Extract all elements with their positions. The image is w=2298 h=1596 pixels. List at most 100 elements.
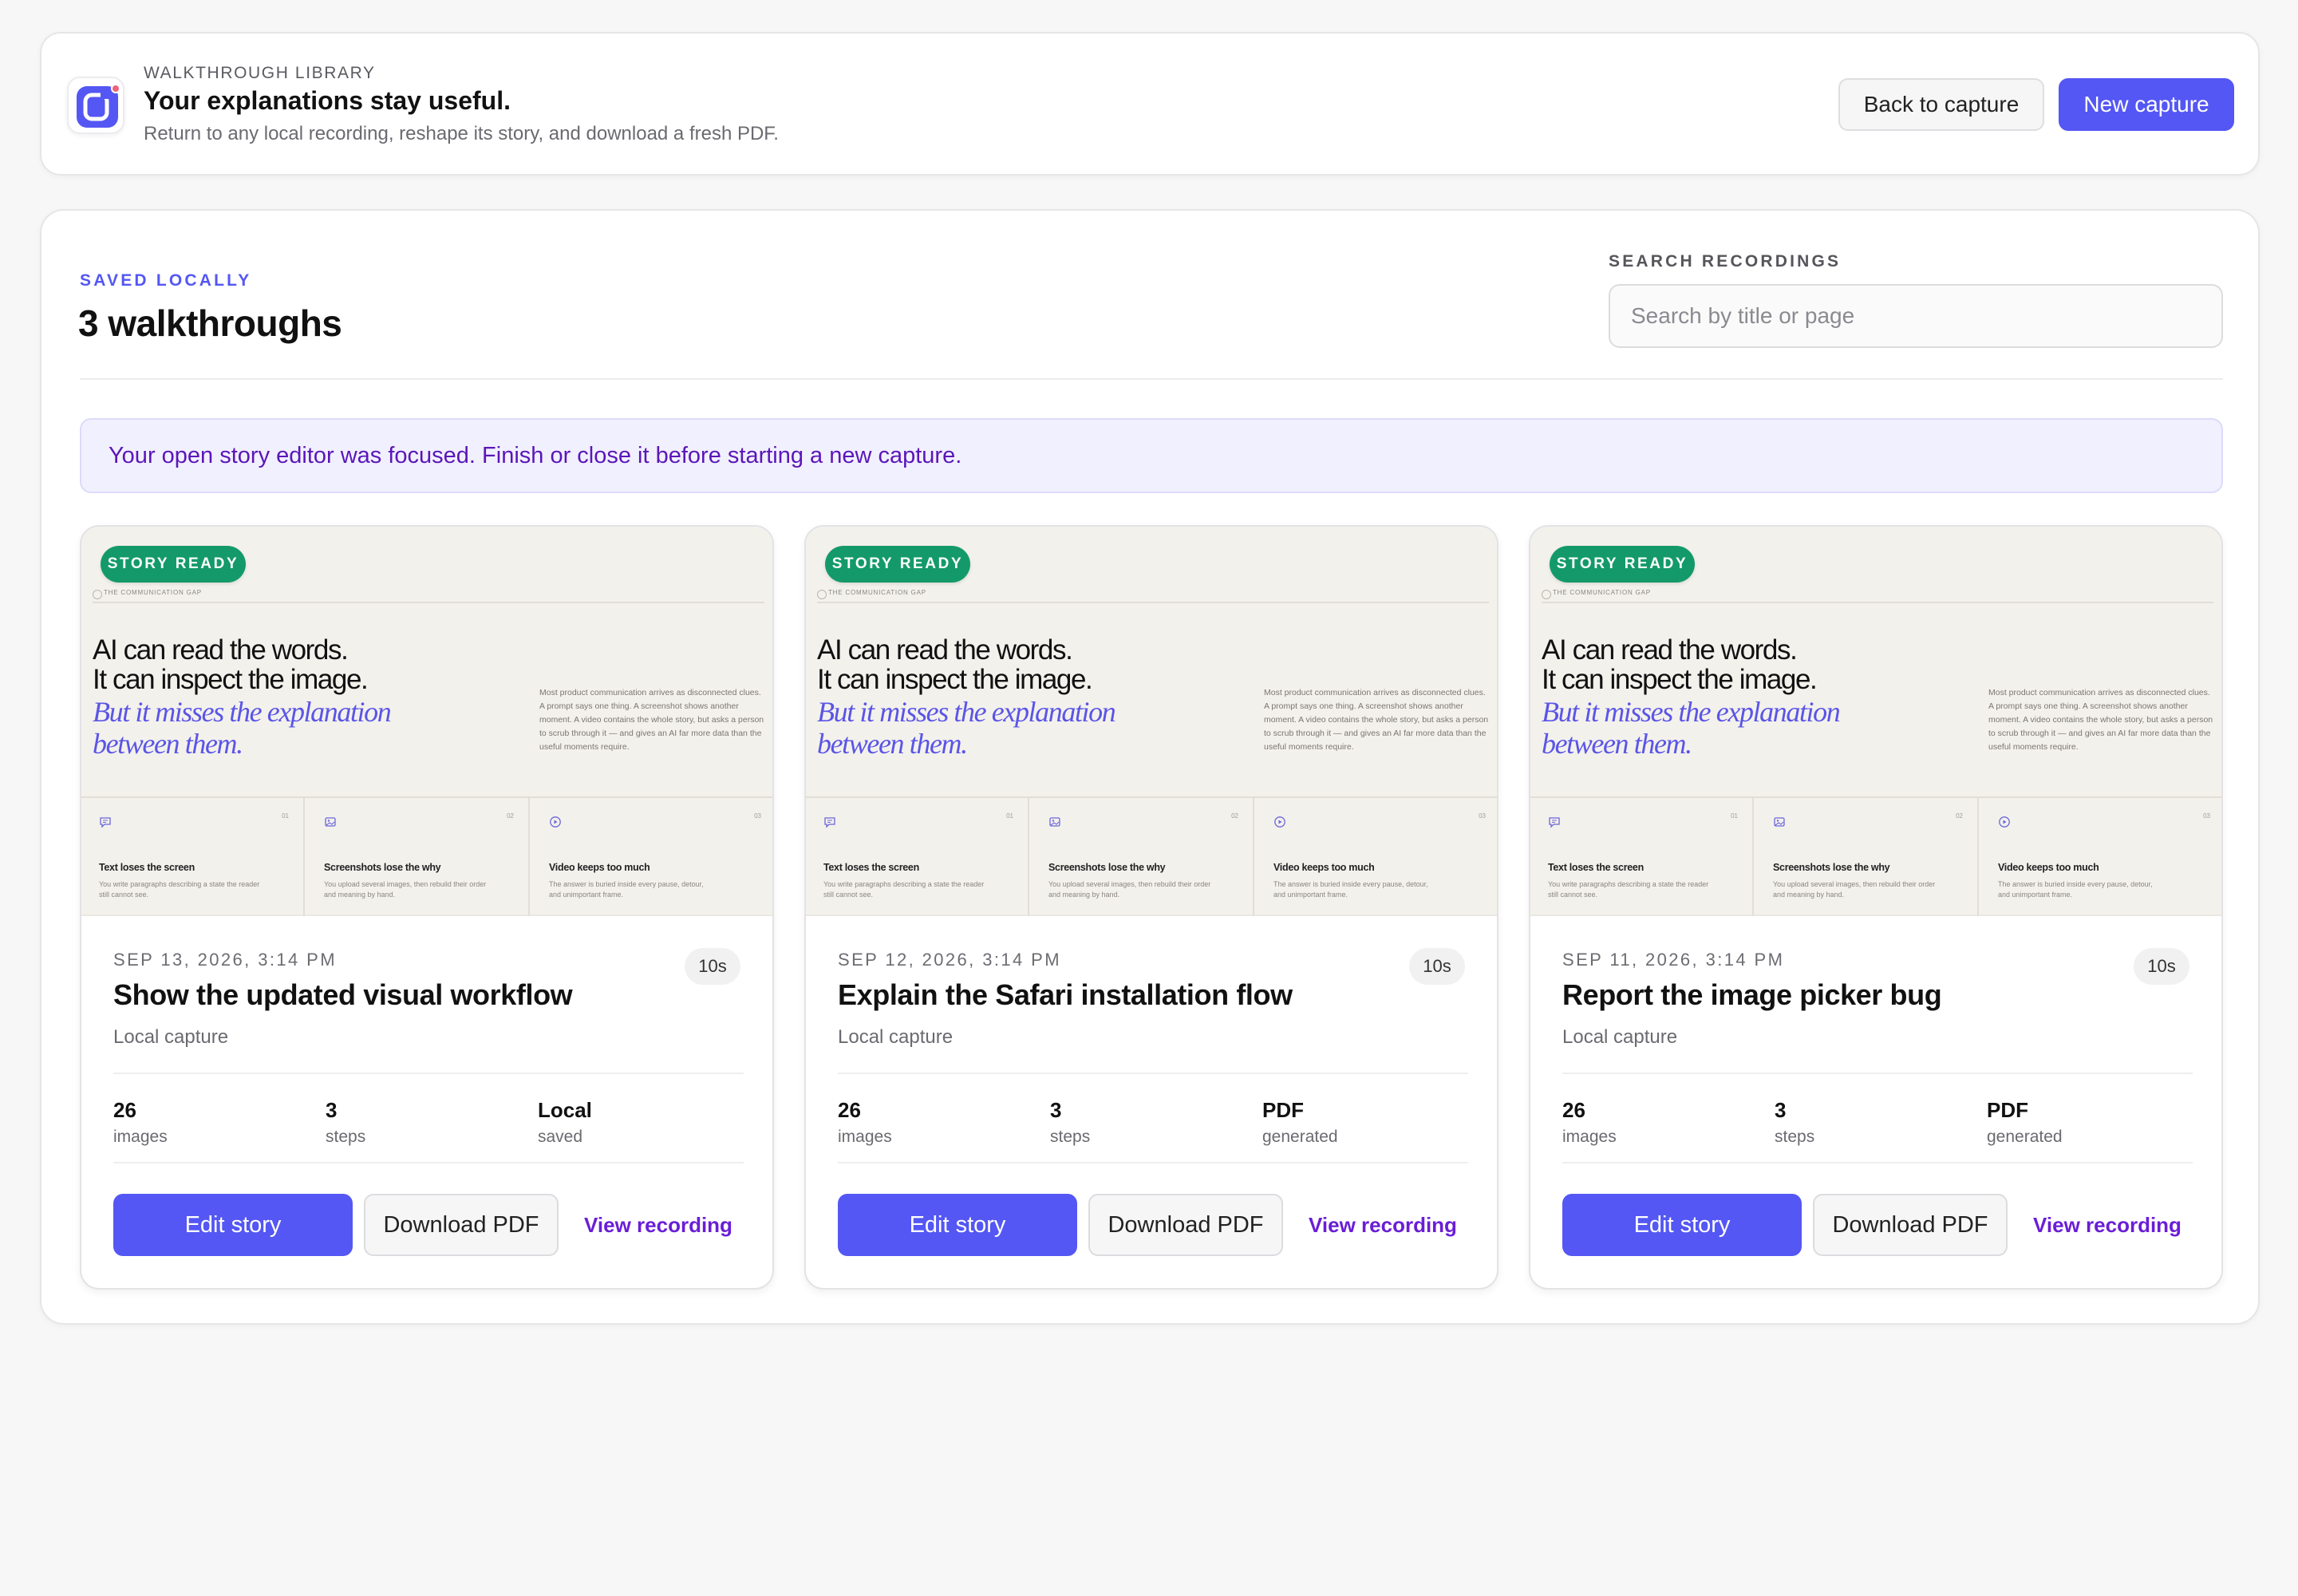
column-text: The answer is buried inside every pause,… — [549, 880, 704, 899]
stat-steps: 3 steps — [1775, 1098, 1982, 1147]
thumbnail-heading: AI can read the words. It can inspect th… — [817, 635, 1264, 694]
column-title: Video keeps too much — [549, 862, 650, 873]
card-divider — [838, 1073, 1468, 1074]
column-title: Text loses the screen — [99, 862, 195, 873]
column-number: 03 — [2203, 812, 2210, 820]
thumbnail-heading-line: It can inspect the image. — [1542, 664, 1818, 695]
thumbnail-heading-emphasis: But it misses the explanation between th… — [817, 696, 1116, 760]
edit-story-button[interactable]: Edit story — [113, 1194, 353, 1256]
stat-status: PDF generated — [1987, 1098, 2194, 1147]
thumbnail-heading-line: It can inspect the image. — [93, 664, 369, 695]
thumbnail-tag: THE COMMUNICATION GAP — [1553, 589, 1651, 596]
header-title: Your explanations stay useful. — [144, 86, 511, 115]
stat-label: steps — [326, 1128, 366, 1146]
card-thumbnail[interactable]: THE COMMUNICATION GAP AI can read the wo… — [81, 527, 772, 916]
card-title[interactable]: Explain the Safari installation flow — [838, 978, 1293, 1012]
thumbnail-column: 02 Screenshots lose the why You upload s… — [1031, 798, 1254, 916]
view-recording-link[interactable]: View recording — [573, 1194, 744, 1256]
thumbnail-heading-line: AI can read the words. — [93, 634, 349, 666]
column-text: You upload several images, then rebuild … — [1048, 880, 1211, 899]
column-text: You write paragraphs describing a state … — [99, 880, 260, 899]
library-panel: SAVED LOCALLY 3 walkthroughs SEARCH RECO… — [40, 209, 2260, 1325]
card-divider — [113, 1073, 744, 1074]
chat-icon — [823, 816, 836, 832]
stat-value: PDF — [1987, 1098, 2028, 1122]
editor-focus-notice: Your open story editor was focused. Fini… — [80, 418, 2223, 493]
search-input[interactable] — [1609, 284, 2223, 348]
column-number: 01 — [282, 812, 289, 820]
stat-value: 26 — [1562, 1098, 1585, 1122]
duration-badge: 10s — [1409, 948, 1465, 985]
column-text: You write paragraphs describing a state … — [823, 880, 985, 899]
stat-status: PDF generated — [1262, 1098, 1470, 1147]
view-recording-link[interactable]: View recording — [2022, 1194, 2193, 1256]
thumbnail-heading-emphasis: But it misses the explanation between th… — [93, 696, 392, 760]
column-title: Text loses the screen — [1548, 862, 1644, 873]
thumbnail-rule — [1542, 602, 2213, 603]
download-pdf-button[interactable]: Download PDF — [1813, 1194, 2008, 1256]
story-ready-badge: STORY READY — [825, 546, 970, 583]
card-divider — [1562, 1162, 2193, 1163]
card-title[interactable]: Show the updated visual workflow — [113, 978, 573, 1012]
column-title: Screenshots lose the why — [1048, 862, 1166, 873]
play-icon — [1998, 816, 2011, 832]
stat-label: saved — [538, 1128, 583, 1146]
thumbnail-heading: AI can read the words. It can inspect th… — [1542, 635, 1988, 694]
stat-value: 3 — [1775, 1098, 1787, 1122]
stat-value: 3 — [1050, 1098, 1062, 1122]
stat-images: 26 images — [838, 1098, 1045, 1147]
new-capture-button[interactable]: New capture — [2059, 78, 2234, 131]
view-recording-link[interactable]: View recording — [1297, 1194, 1468, 1256]
card-title[interactable]: Report the image picker bug — [1562, 978, 1942, 1012]
stat-label: steps — [1050, 1128, 1091, 1146]
card-divider — [838, 1162, 1468, 1163]
thumbnail-paragraph: Most product communication arrives as di… — [1988, 688, 2213, 752]
stat-images: 26 images — [1562, 1098, 1770, 1147]
download-pdf-button[interactable]: Download PDF — [364, 1194, 559, 1256]
stat-value: 26 — [838, 1098, 861, 1122]
column-text: The answer is buried inside every pause,… — [1273, 880, 1428, 899]
thumbnail-rule — [93, 602, 764, 603]
card-divider — [113, 1162, 744, 1163]
column-number: 02 — [507, 812, 514, 820]
stat-label: images — [113, 1128, 168, 1146]
duration-badge: 10s — [685, 948, 740, 985]
back-to-capture-button[interactable]: Back to capture — [1838, 78, 2044, 131]
stat-steps: 3 steps — [326, 1098, 533, 1147]
column-text: The answer is buried inside every pause,… — [1998, 880, 2153, 899]
thumbnail-heading-line: AI can read the words. — [1542, 634, 1798, 666]
thumbnail-rule — [817, 602, 1489, 603]
card-thumbnail[interactable]: THE COMMUNICATION GAP AI can read the wo… — [806, 527, 1497, 916]
column-title: Video keeps too much — [1273, 862, 1375, 873]
image-icon — [324, 816, 337, 832]
search-label: SEARCH RECORDINGS — [1609, 252, 1842, 271]
chat-icon — [99, 816, 112, 832]
thumbnail-heading-line: AI can read the words. — [817, 634, 1073, 666]
card-thumbnail[interactable]: THE COMMUNICATION GAP AI can read the wo… — [1530, 527, 2221, 916]
thumbnail-tag: THE COMMUNICATION GAP — [828, 589, 926, 596]
thumbnail-column: 03 Video keeps too much The answer is bu… — [1980, 798, 2221, 916]
card-source: Local capture — [1562, 1026, 1678, 1048]
stat-label: images — [838, 1128, 892, 1146]
thumbnail-column: 02 Screenshots lose the why You upload s… — [306, 798, 530, 916]
library-page: WALKTHROUGH LIBRARY Your explanations st… — [0, 0, 2298, 1596]
edit-story-button[interactable]: Edit story — [1562, 1194, 1802, 1256]
column-number: 03 — [754, 812, 761, 820]
download-pdf-button[interactable]: Download PDF — [1088, 1194, 1283, 1256]
thumbnail-column: 01 Text loses the screen You write parag… — [806, 798, 1029, 916]
story-ready-badge: STORY READY — [101, 546, 246, 583]
library-header: WALKTHROUGH LIBRARY Your explanations st… — [40, 32, 2260, 176]
stat-label: steps — [1775, 1128, 1815, 1146]
thumbnail-tag-icon — [93, 590, 102, 599]
thumbnail-column: 01 Text loses the screen You write parag… — [81, 798, 305, 916]
thumbnail-paragraph: Most product communication arrives as di… — [1264, 688, 1489, 752]
header-subtitle: Return to any local recording, reshape i… — [144, 123, 779, 144]
chat-icon — [1548, 816, 1561, 832]
thumbnail-heading: AI can read the words. It can inspect th… — [93, 635, 539, 694]
stat-value: Local — [538, 1098, 592, 1122]
column-title: Screenshots lose the why — [324, 862, 441, 873]
thumbnail-column: 03 Video keeps too much The answer is bu… — [1256, 798, 1497, 916]
thumbnail-column: 01 Text loses the screen You write parag… — [1530, 798, 1754, 916]
edit-story-button[interactable]: Edit story — [838, 1194, 1077, 1256]
column-number: 01 — [1731, 812, 1738, 820]
